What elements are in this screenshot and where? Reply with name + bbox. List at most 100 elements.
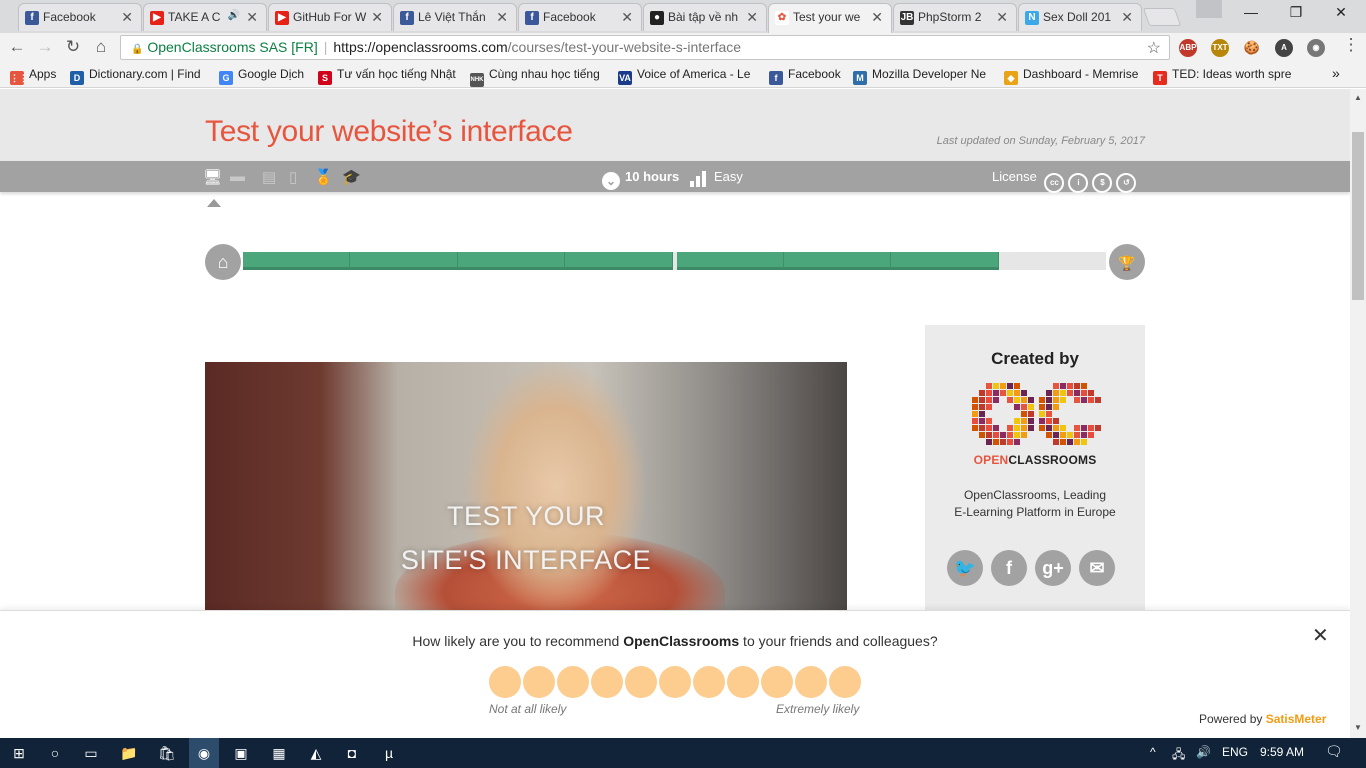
bookmark-item[interactable]: NHK Cùng nhau học tiếng: [470, 67, 606, 87]
bookmark-item[interactable]: G Google Dịch: [219, 67, 311, 85]
survey-rating-option[interactable]: [761, 666, 793, 698]
survey-rating-option[interactable]: [795, 666, 827, 698]
chrome-menu-button[interactable]: ⋮: [1340, 35, 1362, 55]
browser-tab[interactable]: N Sex Doll 201 ✕: [1018, 3, 1142, 31]
text-course-icon[interactable]: 🖥: [203, 168, 222, 186]
app-icon-4[interactable]: ◘: [343, 744, 361, 762]
bookmark-item[interactable]: S Tư vấn học tiếng Nhật: [318, 67, 458, 85]
reload-button[interactable]: ↻: [62, 37, 84, 57]
file-explorer-icon[interactable]: 📁: [120, 744, 138, 762]
powered-by[interactable]: Powered by SatisMeter: [1199, 712, 1326, 726]
progress-segment-complete[interactable]: [350, 252, 458, 270]
tab-close-icon[interactable]: ✕: [121, 9, 133, 26]
bookmark-item[interactable]: M Mozilla Developer Ne: [853, 67, 993, 85]
progress-segment-complete[interactable]: [891, 252, 999, 270]
survey-rating-option[interactable]: [557, 666, 589, 698]
course-license[interactable]: License cc i $ ↺: [992, 169, 1137, 193]
cortana-icon[interactable]: ○: [46, 744, 64, 762]
adblock-icon[interactable]: ABP: [1179, 39, 1197, 57]
network-icon[interactable]: 🖧: [1172, 745, 1185, 766]
tab-close-icon[interactable]: ✕: [1121, 9, 1133, 26]
back-button[interactable]: ←: [6, 37, 28, 57]
browser-tab[interactable]: ✿ Test your we ✕: [768, 3, 892, 33]
clock-time[interactable]: 9:59 AM: [1260, 745, 1304, 759]
cookie-icon[interactable]: 🍪: [1243, 39, 1261, 57]
app-icon-1[interactable]: ▣: [232, 744, 250, 762]
bookmark-item[interactable]: VA Voice of America - Le: [618, 67, 758, 85]
tray-chevron-icon[interactable]: ^: [1150, 745, 1156, 759]
windows-start-icon[interactable]: ⊞: [10, 744, 28, 762]
survey-rating-option[interactable]: [659, 666, 691, 698]
survey-rating-option[interactable]: [523, 666, 555, 698]
profile-button[interactable]: [1196, 0, 1222, 18]
google-plus-icon[interactable]: g+: [1035, 550, 1071, 586]
secure-site-label[interactable]: OpenClassrooms SAS [FR]: [147, 39, 317, 55]
progress-segment-complete[interactable]: [783, 252, 892, 270]
app-icon-2[interactable]: ▦: [270, 744, 288, 762]
bookmark-star-icon[interactable]: ☆: [1147, 38, 1161, 58]
certificate-icon[interactable]: 🏅: [314, 168, 333, 186]
store-icon[interactable]: 🛍: [158, 744, 176, 762]
forward-button[interactable]: →: [34, 37, 56, 57]
tab-close-icon[interactable]: ✕: [621, 9, 633, 26]
minimize-button[interactable]: —: [1236, 4, 1266, 20]
survey-rating-option[interactable]: [489, 666, 521, 698]
progress-segment-complete[interactable]: [457, 252, 566, 270]
scrollbar-thumb[interactable]: [1352, 132, 1364, 300]
survey-close-button[interactable]: ✕: [1312, 623, 1329, 648]
task-view-icon[interactable]: ▭: [82, 744, 100, 762]
progress-segment-complete[interactable]: [565, 252, 673, 270]
survey-rating-option[interactable]: [693, 666, 725, 698]
tab-close-icon[interactable]: ✕: [371, 9, 383, 26]
a-extension-icon[interactable]: A: [1275, 39, 1293, 57]
chrome-icon[interactable]: ◉: [189, 738, 219, 768]
browser-tab[interactable]: f Facebook ✕: [518, 3, 642, 31]
course-home-button[interactable]: ⌂: [205, 244, 241, 280]
camera-icon[interactable]: ◉: [1307, 39, 1325, 57]
graduation-cap-icon[interactable]: 🎓: [342, 168, 361, 186]
progress-segment-complete[interactable]: [243, 252, 351, 270]
txt-extension-icon[interactable]: TXT: [1211, 39, 1229, 57]
home-button[interactable]: ⌂: [90, 37, 112, 57]
course-intro-video[interactable]: TEST YOUR SITE'S INTERFACE: [205, 362, 847, 612]
action-center-icon[interactable]: 🗨: [1325, 743, 1343, 760]
tab-close-icon[interactable]: ✕: [246, 9, 258, 26]
openclassrooms-wordmark[interactable]: OPENCLASSROOMS: [925, 453, 1145, 467]
mobile-icon[interactable]: ▯: [289, 168, 297, 186]
progress-segment-complete[interactable]: [676, 252, 784, 270]
openclassrooms-logo[interactable]: [967, 381, 1103, 447]
survey-rating-option[interactable]: [727, 666, 759, 698]
browser-tab[interactable]: ▶ GitHub For W ✕: [268, 3, 392, 31]
email-icon[interactable]: ✉: [1079, 550, 1115, 586]
bookmark-item[interactable]: ⋮⋮Apps: [10, 67, 65, 85]
video-course-icon[interactable]: ▬: [230, 168, 245, 185]
survey-rating-option[interactable]: [591, 666, 623, 698]
twitter-icon[interactable]: 🐦: [947, 550, 983, 586]
browser-tab[interactable]: f Facebook ✕: [18, 3, 142, 31]
course-completion-button[interactable]: 🏆: [1109, 244, 1145, 280]
scroll-up-arrow-icon[interactable]: ▲: [1354, 93, 1362, 102]
tab-audio-icon[interactable]: 🔊: [228, 10, 240, 21]
tab-close-icon[interactable]: ✕: [871, 9, 883, 26]
bookmark-item[interactable]: T TED: Ideas worth spre: [1153, 67, 1293, 85]
browser-tab[interactable]: f Lê Việt Thắn ✕: [393, 3, 517, 31]
bookmark-item[interactable]: D Dictionary.com | Find: [70, 67, 208, 85]
bookmark-item[interactable]: f Facebook: [769, 67, 847, 85]
scroll-down-arrow-icon[interactable]: ▼: [1354, 723, 1362, 732]
exercise-icon[interactable]: ▤: [262, 168, 276, 186]
volume-icon[interactable]: 🔊: [1196, 745, 1211, 759]
satismeter-link[interactable]: SatisMeter: [1266, 712, 1327, 726]
window-close-button[interactable]: ✕: [1326, 4, 1356, 21]
app-icon-3[interactable]: ◭: [307, 744, 325, 762]
tab-close-icon[interactable]: ✕: [746, 9, 758, 26]
bookmark-item[interactable]: ◆ Dashboard - Memrise: [1004, 67, 1144, 85]
page-scrollbar[interactable]: ▲ ▼: [1350, 89, 1366, 738]
new-tab-button[interactable]: [1142, 8, 1182, 26]
facebook-share-icon[interactable]: f: [991, 550, 1027, 586]
utorrent-icon[interactable]: µ: [380, 744, 398, 762]
browser-tab[interactable]: ● Bài tập về nh ✕: [643, 3, 767, 31]
browser-tab[interactable]: JB PhpStorm 2 ✕: [893, 3, 1017, 31]
input-language[interactable]: ENG: [1222, 745, 1248, 759]
survey-rating-option[interactable]: [829, 666, 861, 698]
tab-close-icon[interactable]: ✕: [996, 9, 1008, 26]
